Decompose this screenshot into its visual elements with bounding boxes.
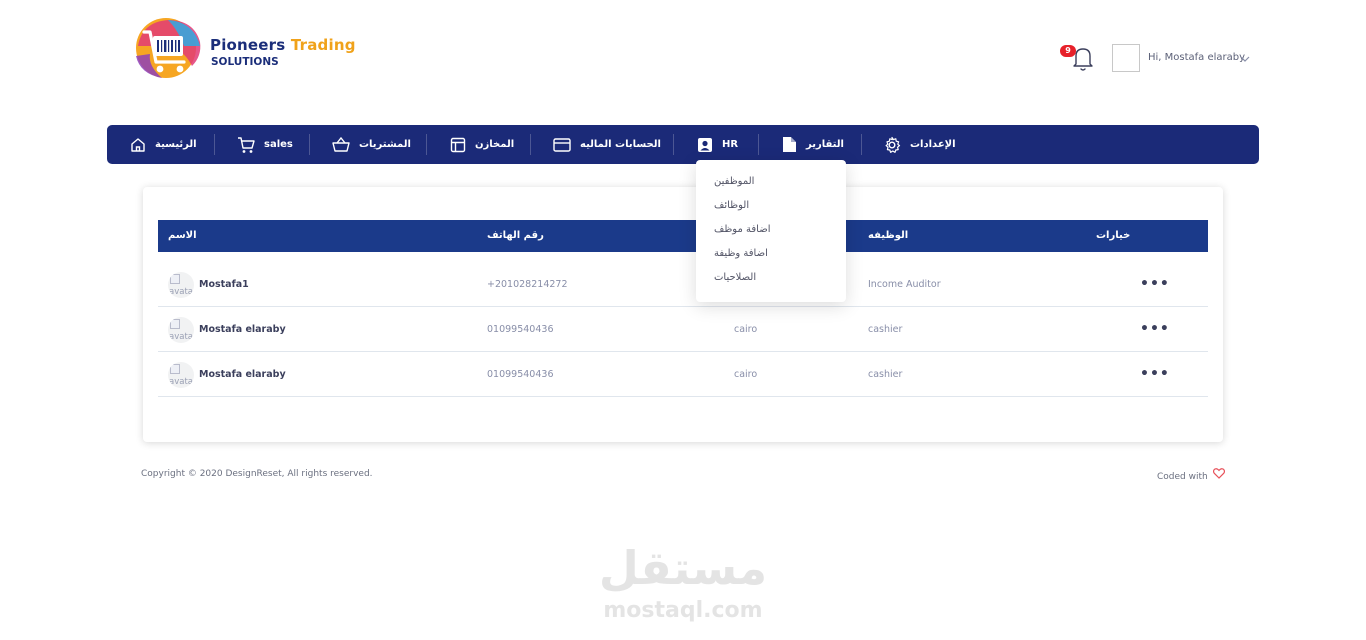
column-header-phone[interactable]: رقم الهاتف: [487, 220, 544, 252]
nav-item-hr[interactable]: HR: [697, 125, 738, 164]
watermark-arabic: مستقل: [598, 541, 768, 595]
menu-item-jobs[interactable]: الوظائف: [714, 200, 749, 211]
nav-item-reports[interactable]: التقارير: [782, 125, 844, 164]
home-icon: [131, 137, 145, 152]
id-card-icon: [698, 137, 712, 152]
basket-icon: [332, 136, 350, 152]
avatar-alt-text: avatar: [169, 332, 194, 342]
table-row: avatar Mostafa elaraby 01099540436 cairo…: [158, 352, 1208, 397]
broken-image-icon: [170, 364, 180, 374]
nav-item-label: الإعدادات: [910, 139, 956, 150]
main-navbar: الرئيسية sales المشتريات المخازن الحسابا…: [107, 125, 1259, 164]
brand-name-part2: Trading: [290, 36, 356, 54]
row-options-button[interactable]: •••: [1140, 262, 1170, 307]
broken-image-icon: [170, 319, 180, 329]
gear-icon: [885, 136, 901, 153]
nav-separator: [214, 134, 215, 155]
row-avatar: avatar: [168, 317, 194, 343]
brand-subtitle: SOLUTIONS: [211, 56, 279, 68]
table-row: avatar Mostafa1 +201028214272 Income Aud…: [158, 262, 1208, 307]
nav-item-sales[interactable]: sales: [237, 125, 293, 164]
layout-icon: [450, 137, 466, 152]
cell-job: cashier: [868, 369, 903, 380]
column-header-name[interactable]: الاسم: [168, 220, 197, 252]
heart-icon: [1213, 468, 1225, 479]
credit-card-icon: [553, 137, 571, 152]
brand-name-part1: Pioneers: [210, 36, 286, 54]
cell-job: cashier: [868, 324, 903, 335]
broken-image-icon: [170, 274, 180, 284]
menu-item-add-job[interactable]: اضافة وظيفة: [714, 248, 768, 259]
cell-phone: 01099540436: [487, 369, 554, 380]
nav-item-label: التقارير: [806, 139, 844, 150]
hr-dropdown-menu: الموظفين الوظائف اضافة موظف اضافة وظيفة …: [696, 160, 846, 302]
nav-item-home[interactable]: الرئيسية: [130, 125, 197, 164]
footer-coded-with: Coded with: [1157, 472, 1208, 482]
nav-separator: [758, 134, 759, 155]
menu-item-permissions[interactable]: الصلاحيات: [714, 272, 756, 283]
row-avatar: avatar: [168, 272, 194, 298]
brand-name: Pioneers Trading: [210, 36, 356, 54]
nav-item-warehouses[interactable]: المخازن: [450, 125, 514, 164]
nav-item-label: المخازن: [475, 139, 515, 150]
footer-copyright: Copyright © 2020 DesignReset, All rights…: [141, 469, 373, 479]
nav-item-label: المشتريات: [359, 139, 411, 150]
row-avatar: avatar: [168, 362, 194, 388]
watermark-latin: mostaql.com: [603, 598, 763, 623]
chevron-down-icon[interactable]: [1240, 54, 1250, 64]
cell-job: Income Auditor: [868, 279, 941, 290]
avatar-alt-text: avatar: [169, 377, 194, 387]
menu-item-add-employee[interactable]: اضافة موظف: [714, 224, 770, 235]
avatar-alt-text: avatar: [169, 287, 194, 297]
cell-address: cairo: [734, 369, 758, 380]
row-options-button[interactable]: •••: [1140, 307, 1170, 352]
cell-address: cairo: [734, 324, 758, 335]
table-header: الاسم رقم الهاتف الوظيفه خيارات: [158, 220, 1208, 252]
file-icon: [783, 137, 796, 152]
cell-phone: +201028214272: [487, 279, 568, 290]
nav-item-label: sales: [264, 139, 293, 150]
logo-cart-icon: [136, 18, 201, 78]
row-options-button[interactable]: •••: [1140, 352, 1170, 397]
user-avatar[interactable]: [1112, 44, 1140, 72]
notification-badge: 9: [1060, 45, 1076, 57]
cell-name: Mostafa1: [199, 279, 249, 290]
brand-logo[interactable]: Pioneers Trading SOLUTIONS: [128, 16, 378, 82]
nav-item-label: الرئيسية: [155, 139, 197, 150]
nav-item-purchases[interactable]: المشتريات: [332, 125, 411, 164]
user-greeting[interactable]: Hi, Mostafa elaraby: [1148, 52, 1245, 63]
cart-icon: [238, 136, 255, 153]
cell-name: Mostafa elaraby: [199, 324, 286, 335]
nav-separator: [861, 134, 862, 155]
table-row: avatar Mostafa elaraby 01099540436 cairo…: [158, 307, 1208, 352]
column-header-job[interactable]: الوظيفه: [868, 220, 908, 252]
column-header-options: خيارات: [1096, 230, 1131, 241]
nav-separator: [530, 134, 531, 155]
nav-item-label: HR: [722, 139, 739, 150]
cell-name: Mostafa elaraby: [199, 369, 286, 380]
nav-item-finance[interactable]: الحسابات الماليه: [553, 125, 661, 164]
nav-separator: [426, 134, 427, 155]
nav-separator: [673, 134, 674, 155]
nav-item-settings[interactable]: الإعدادات: [883, 125, 956, 164]
nav-item-label: الحسابات الماليه: [580, 139, 661, 150]
cell-phone: 01099540436: [487, 324, 554, 335]
nav-separator: [309, 134, 310, 155]
menu-item-employees[interactable]: الموظفين: [714, 176, 754, 187]
